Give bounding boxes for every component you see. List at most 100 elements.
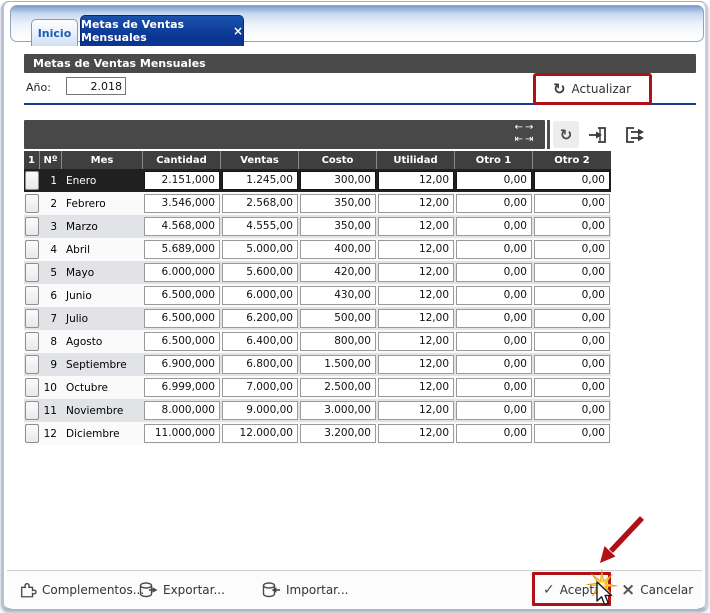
- cell-otro-1[interactable]: 0,00: [456, 401, 532, 420]
- cell-utilidad[interactable]: 12,00: [378, 263, 454, 282]
- cell-cantidad[interactable]: 6.900,000: [144, 355, 220, 374]
- cell-costo[interactable]: 400,00: [300, 240, 376, 259]
- row-selector-button[interactable]: [25, 378, 39, 397]
- cell-costo[interactable]: 350,00: [300, 217, 376, 236]
- last-column-icon[interactable]: ⇥: [525, 134, 535, 145]
- grid-nav-arrows[interactable]: ←→ ⇤⇥: [509, 122, 541, 146]
- cell-cantidad[interactable]: 3.546,000: [144, 194, 220, 213]
- cell-costo[interactable]: 430,00: [300, 286, 376, 305]
- tab-inicio[interactable]: Inicio: [31, 19, 78, 46]
- importar-button[interactable]: Importar...: [261, 571, 348, 609]
- cell-cantidad[interactable]: 2.151,000: [144, 171, 220, 190]
- cell-costo[interactable]: 3.000,00: [300, 401, 376, 420]
- cell-cantidad[interactable]: 8.000,000: [144, 401, 220, 420]
- grid-refresh-button[interactable]: ↻: [553, 121, 579, 148]
- cell-ventas[interactable]: 7.000,00: [222, 378, 298, 397]
- cell-otro-1[interactable]: 0,00: [456, 240, 532, 259]
- cell-otro-2[interactable]: 0,00: [534, 263, 610, 282]
- cell-cantidad[interactable]: 6.500,000: [144, 286, 220, 305]
- cell-costo[interactable]: 3.200,00: [300, 424, 376, 443]
- row-selector-button[interactable]: [25, 263, 39, 282]
- next-column-icon[interactable]: →: [525, 122, 535, 133]
- table-row-febrero[interactable]: 2Febrero3.546,0002.568,00350,0012,000,00…: [24, 192, 611, 215]
- tab-metas-de-ventas-mensuales[interactable]: Metas de Ventas Mensuales ×: [80, 15, 244, 46]
- cell-ventas[interactable]: 6.000,00: [222, 286, 298, 305]
- exportar-button[interactable]: Exportar...: [138, 571, 225, 609]
- table-row-diciembre[interactable]: 12Diciembre11.000,00012.000,003.200,0012…: [24, 422, 611, 445]
- cell-ventas[interactable]: 4.555,00: [222, 217, 298, 236]
- prev-column-icon[interactable]: ←: [515, 122, 525, 133]
- row-selector-button[interactable]: [25, 332, 39, 351]
- cell-ventas[interactable]: 5.000,00: [222, 240, 298, 259]
- cell-utilidad[interactable]: 12,00: [378, 217, 454, 236]
- cell-costo[interactable]: 350,00: [300, 194, 376, 213]
- cell-otro-1[interactable]: 0,00: [456, 194, 532, 213]
- cell-utilidad[interactable]: 12,00: [378, 286, 454, 305]
- table-row-septiembre[interactable]: 9Septiembre6.900,0006.800,001.500,0012,0…: [24, 353, 611, 376]
- cell-cantidad[interactable]: 11.000,000: [144, 424, 220, 443]
- cell-utilidad[interactable]: 12,00: [378, 401, 454, 420]
- cell-otro-1[interactable]: 0,00: [456, 378, 532, 397]
- cell-otro-2[interactable]: 0,00: [534, 240, 610, 259]
- column-header-ventas[interactable]: Ventas: [221, 151, 299, 169]
- cell-utilidad[interactable]: 12,00: [378, 309, 454, 328]
- cell-ventas[interactable]: 6.200,00: [222, 309, 298, 328]
- cell-utilidad[interactable]: 12,00: [378, 332, 454, 351]
- row-selector-button[interactable]: [25, 217, 39, 236]
- cell-ventas[interactable]: 6.400,00: [222, 332, 298, 351]
- cell-otro-1[interactable]: 0,00: [456, 332, 532, 351]
- row-selector-button[interactable]: [25, 171, 39, 190]
- column-header-otro-2[interactable]: Otro 2: [533, 151, 611, 169]
- cell-otro-2[interactable]: 0,00: [534, 332, 610, 351]
- column-header-n-[interactable]: Nº: [40, 151, 62, 169]
- cell-cantidad[interactable]: 6.500,000: [144, 332, 220, 351]
- close-tab-icon[interactable]: ×: [233, 25, 243, 37]
- cell-ventas[interactable]: 5.600,00: [222, 263, 298, 282]
- cell-ventas[interactable]: 2.568,00: [222, 194, 298, 213]
- column-header-1[interactable]: 1: [24, 151, 40, 169]
- cell-otro-1[interactable]: 0,00: [456, 217, 532, 236]
- cell-utilidad[interactable]: 12,00: [378, 240, 454, 259]
- row-selector-button[interactable]: [25, 355, 39, 374]
- cell-utilidad[interactable]: 12,00: [378, 378, 454, 397]
- cell-costo[interactable]: 1.500,00: [300, 355, 376, 374]
- cell-cantidad[interactable]: 6.999,000: [144, 378, 220, 397]
- table-row-octubre[interactable]: 10Octubre6.999,0007.000,002.500,0012,000…: [24, 376, 611, 399]
- complementos-button[interactable]: Complementos...: [19, 571, 144, 609]
- year-input[interactable]: [66, 77, 126, 95]
- cell-otro-2[interactable]: 0,00: [534, 378, 610, 397]
- cell-cantidad[interactable]: 5.689,000: [144, 240, 220, 259]
- cell-cantidad[interactable]: 6.500,000: [144, 309, 220, 328]
- table-row-marzo[interactable]: 3Marzo4.568,0004.555,00350,0012,000,000,…: [24, 215, 611, 238]
- cell-otro-1[interactable]: 0,00: [456, 424, 532, 443]
- table-row-julio[interactable]: 7Julio6.500,0006.200,00500,0012,000,000,…: [24, 307, 611, 330]
- row-selector-button[interactable]: [25, 424, 39, 443]
- cell-ventas[interactable]: 9.000,00: [222, 401, 298, 420]
- table-row-noviembre[interactable]: 11Noviembre8.000,0009.000,003.000,0012,0…: [24, 399, 611, 422]
- cell-costo[interactable]: 300,00: [300, 171, 376, 190]
- cell-otro-2[interactable]: 0,00: [534, 309, 610, 328]
- cell-otro-2[interactable]: 0,00: [534, 424, 610, 443]
- cell-otro-2[interactable]: 0,00: [534, 355, 610, 374]
- row-selector-button[interactable]: [25, 401, 39, 420]
- cell-otro-2[interactable]: 0,00: [534, 217, 610, 236]
- row-selector-button[interactable]: [25, 286, 39, 305]
- actualizar-button[interactable]: ↻ Actualizar: [538, 78, 646, 100]
- table-row-mayo[interactable]: 5Mayo6.000,0005.600,00420,0012,000,000,0…: [24, 261, 611, 284]
- cell-ventas[interactable]: 1.245,00: [222, 171, 298, 190]
- first-column-icon[interactable]: ⇤: [515, 134, 525, 145]
- column-header-costo[interactable]: Costo: [299, 151, 377, 169]
- cancelar-button[interactable]: × Cancelar: [621, 571, 693, 609]
- table-row-junio[interactable]: 6Junio6.500,0006.000,00430,0012,000,000,…: [24, 284, 611, 307]
- cell-cantidad[interactable]: 4.568,000: [144, 217, 220, 236]
- grid-import-button[interactable]: [585, 121, 611, 148]
- cell-utilidad[interactable]: 12,00: [378, 194, 454, 213]
- grid-export-button[interactable]: [620, 121, 652, 148]
- cell-otro-2[interactable]: 0,00: [534, 171, 610, 190]
- row-selector-button[interactable]: [25, 240, 39, 259]
- cell-otro-2[interactable]: 0,00: [534, 286, 610, 305]
- cell-costo[interactable]: 420,00: [300, 263, 376, 282]
- column-header-cantidad[interactable]: Cantidad: [143, 151, 221, 169]
- cell-costo[interactable]: 500,00: [300, 309, 376, 328]
- cell-costo[interactable]: 2.500,00: [300, 378, 376, 397]
